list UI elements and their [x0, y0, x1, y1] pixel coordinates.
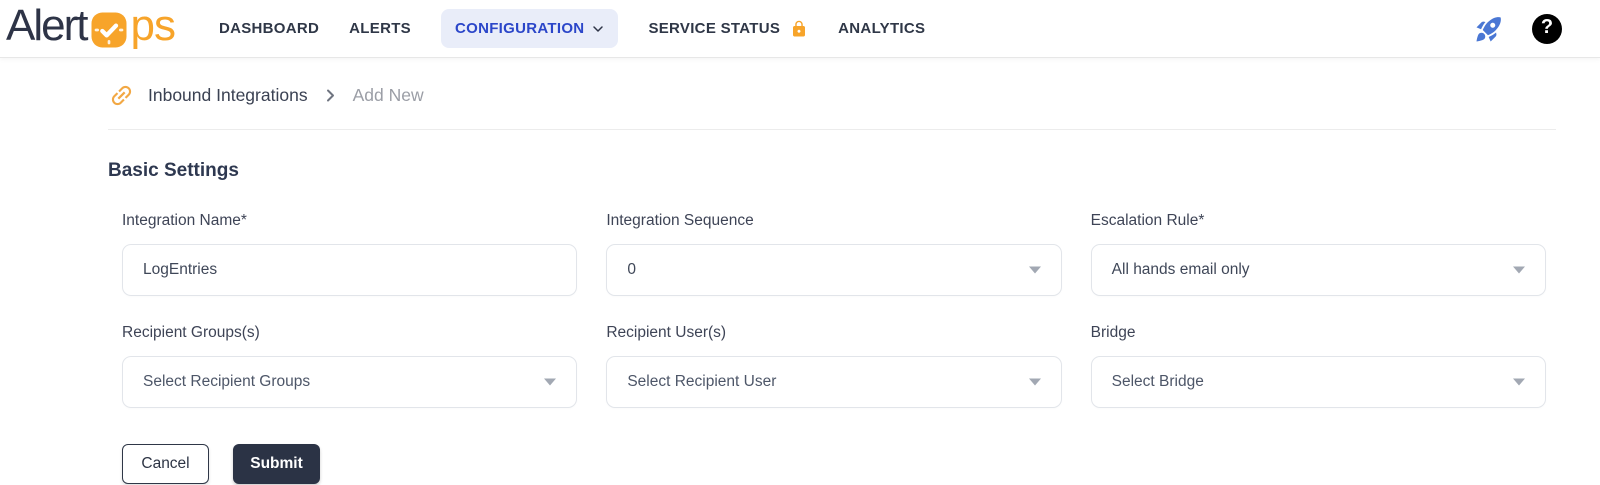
- integration-sequence-value: 0: [627, 261, 636, 279]
- breadcrumb-inbound-integrations[interactable]: Inbound Integrations: [148, 85, 308, 106]
- recipient-groups-placeholder: Select Recipient Groups: [143, 373, 310, 391]
- integration-name-input-wrap: [122, 244, 577, 296]
- integration-name-label: Integration Name*: [122, 212, 577, 230]
- field-integration-sequence: Integration Sequence 0: [606, 212, 1061, 296]
- recipient-groups-select[interactable]: Select Recipient Groups: [122, 356, 577, 408]
- help-icon[interactable]: ?: [1532, 14, 1562, 44]
- alertops-clock-icon: [89, 10, 129, 50]
- bridge-select[interactable]: Select Bridge: [1091, 356, 1546, 408]
- alertops-logo[interactable]: Alert ps: [6, 4, 175, 50]
- chevron-down-icon: [592, 23, 604, 35]
- recipient-groups-label: Recipient Groups(s): [122, 324, 577, 342]
- logo-text-ps: ps: [130, 4, 174, 48]
- nav-configuration-label: CONFIGURATION: [455, 20, 584, 37]
- bridge-placeholder: Select Bridge: [1112, 373, 1204, 391]
- nav-alerts[interactable]: ALERTS: [349, 20, 411, 37]
- field-integration-name: Integration Name*: [122, 212, 577, 296]
- dropdown-caret-icon: [1513, 267, 1525, 274]
- cancel-button[interactable]: Cancel: [122, 444, 209, 484]
- recipient-users-select[interactable]: Select Recipient User: [606, 356, 1061, 408]
- escalation-rule-label: Escalation Rule*: [1091, 212, 1546, 230]
- top-nav: Alert ps DASHBOARD ALERTS CONFIGURATION …: [0, 0, 1600, 58]
- nav-configuration[interactable]: CONFIGURATION: [441, 9, 618, 48]
- breadcrumb-add-new: Add New: [353, 85, 424, 106]
- field-bridge: Bridge Select Bridge: [1091, 324, 1546, 408]
- page-title: Basic Settings: [108, 160, 1556, 182]
- logo-text-alert: Alert: [6, 4, 86, 48]
- dropdown-caret-icon: [544, 379, 556, 386]
- main-menu: DASHBOARD ALERTS CONFIGURATION SERVICE S…: [219, 9, 925, 48]
- recipient-users-label: Recipient User(s): [606, 324, 1061, 342]
- field-escalation-rule: Escalation Rule* All hands email only: [1091, 212, 1546, 296]
- lock-icon: [790, 20, 808, 38]
- nav-right-icons: ?: [1474, 14, 1562, 44]
- escalation-rule-value: All hands email only: [1112, 261, 1250, 279]
- integration-sequence-select[interactable]: 0: [606, 244, 1061, 296]
- chevron-right-icon: [323, 88, 338, 103]
- add-integration-page: Basic Settings Integration Name* Integra…: [0, 160, 1600, 484]
- dropdown-caret-icon: [1513, 379, 1525, 386]
- basic-settings-form: Integration Name* Integration Sequence 0…: [122, 212, 1546, 408]
- field-recipient-groups: Recipient Groups(s) Select Recipient Gro…: [122, 324, 577, 408]
- breadcrumb: Inbound Integrations Add New: [108, 82, 1556, 130]
- escalation-rule-select[interactable]: All hands email only: [1091, 244, 1546, 296]
- nav-service-status-label: SERVICE STATUS: [648, 20, 780, 37]
- integration-name-input[interactable]: [143, 261, 556, 279]
- field-recipient-users: Recipient User(s) Select Recipient User: [606, 324, 1061, 408]
- nav-dashboard[interactable]: DASHBOARD: [219, 20, 319, 37]
- rocket-icon[interactable]: [1474, 14, 1504, 44]
- dropdown-caret-icon: [1029, 379, 1041, 386]
- submit-button[interactable]: Submit: [233, 444, 320, 484]
- link-icon: [102, 76, 140, 114]
- bridge-label: Bridge: [1091, 324, 1546, 342]
- integration-sequence-label: Integration Sequence: [606, 212, 1061, 230]
- form-actions: Cancel Submit: [122, 444, 1556, 484]
- nav-analytics[interactable]: ANALYTICS: [838, 20, 925, 37]
- recipient-users-placeholder: Select Recipient User: [627, 373, 776, 391]
- dropdown-caret-icon: [1029, 267, 1041, 274]
- nav-service-status[interactable]: SERVICE STATUS: [648, 20, 808, 38]
